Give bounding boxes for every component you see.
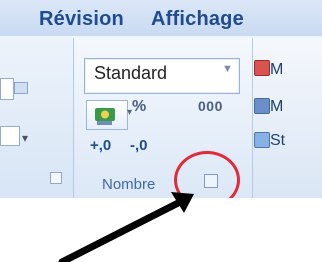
annotation-arrow — [58, 192, 194, 262]
arrow-shaft — [58, 195, 190, 262]
